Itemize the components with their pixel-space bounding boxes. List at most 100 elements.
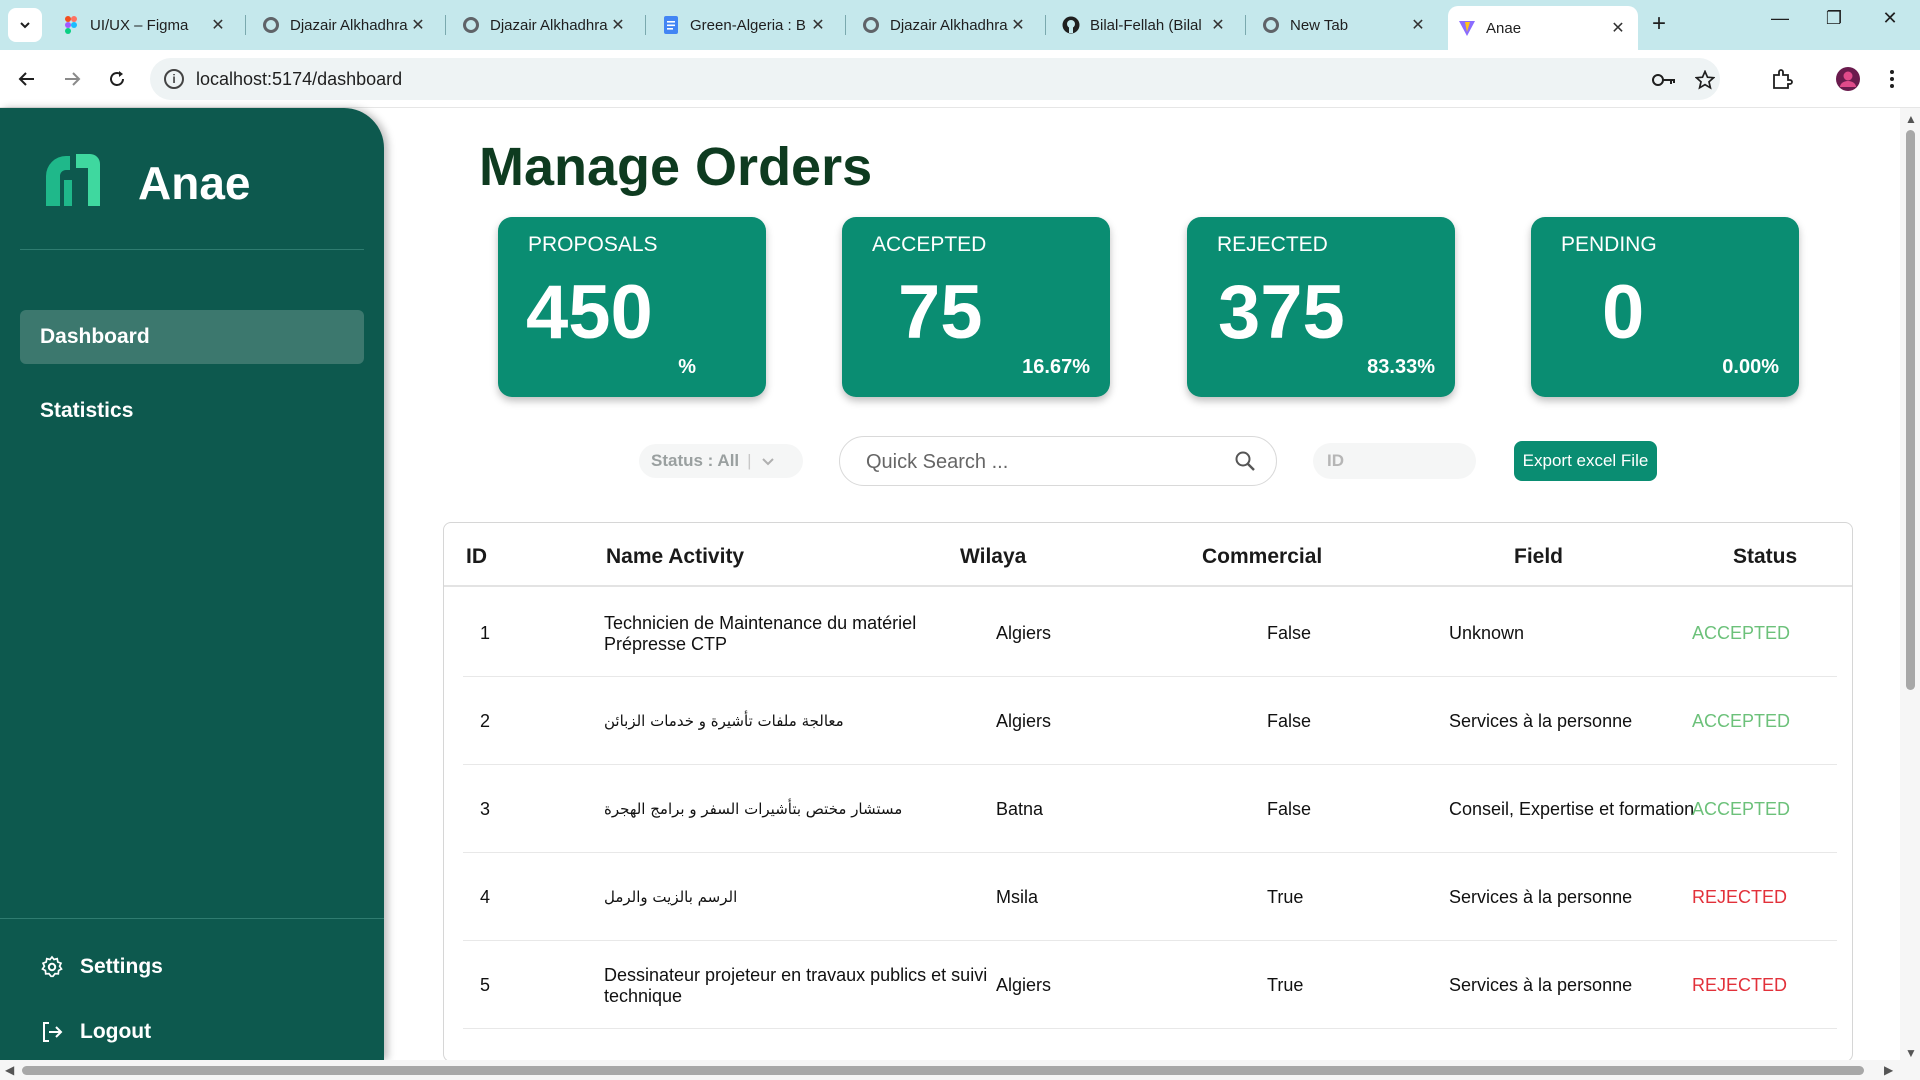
tab-title: Green-Algeria : B xyxy=(690,16,806,34)
horizontal-scrollbar[interactable]: ◀ ▶ xyxy=(0,1060,1920,1080)
vertical-scroll-thumb[interactable] xyxy=(1906,130,1915,690)
browser-tab[interactable]: Djazair Alkhadhra ✕ xyxy=(252,8,438,42)
close-icon[interactable]: ✕ xyxy=(1608,18,1628,38)
close-icon[interactable]: ✕ xyxy=(1408,15,1428,35)
tab-divider xyxy=(845,15,846,35)
extensions-icon[interactable] xyxy=(1767,64,1797,94)
browser-tab[interactable]: New Tab ✕ xyxy=(1252,8,1438,42)
scroll-up-icon[interactable]: ▲ xyxy=(1905,112,1917,126)
star-icon[interactable] xyxy=(1693,68,1717,92)
address-bar[interactable]: i localhost:5174/dashboard xyxy=(150,58,1720,100)
scroll-right-icon[interactable]: ▶ xyxy=(1884,1063,1893,1077)
sidebar-item-statistics[interactable]: Statistics xyxy=(20,384,364,438)
back-button[interactable] xyxy=(12,64,42,94)
table-row[interactable]: 2 معالجة ملفات تأشيرة و خدمات الزبائن Al… xyxy=(463,677,1837,765)
vite-icon xyxy=(1458,19,1476,37)
reload-icon xyxy=(110,71,124,86)
browser-tab[interactable]: Bilal-Fellah (Bilal ✕ xyxy=(1052,8,1238,42)
card-label: ACCEPTED xyxy=(872,233,987,256)
settings-label: Settings xyxy=(80,955,163,978)
vertical-scrollbar[interactable]: ▲ ▼ xyxy=(1900,108,1920,1068)
tab-title: Djazair Alkhadhra xyxy=(290,16,408,34)
close-icon[interactable]: ✕ xyxy=(808,15,828,35)
cell-wilaya: Algiers xyxy=(996,975,1052,995)
cell-activity: مستشار مختص بتأشيرات السفر و برامج الهجر… xyxy=(604,800,903,818)
brand-name: Anae xyxy=(138,157,251,209)
tab-divider xyxy=(1245,15,1246,35)
browser-tab[interactable]: Green-Algeria : B ✕ xyxy=(652,8,838,42)
column-header-id: ID xyxy=(466,545,487,568)
cell-wilaya: Msila xyxy=(996,887,1039,907)
horizontal-scroll-thumb[interactable] xyxy=(22,1066,1864,1075)
cell-commercial: False xyxy=(1267,711,1312,731)
scroll-down-icon[interactable]: ▼ xyxy=(1905,1046,1917,1060)
info-icon[interactable]: i xyxy=(164,69,184,89)
table-row[interactable]: 3 مستشار مختص بتأشيرات السفر و برامج اله… xyxy=(463,765,1837,853)
table-row[interactable]: 5 Dessinateur projeteur en travaux publi… xyxy=(463,941,1837,1029)
restore-button[interactable]: ❐ xyxy=(1811,8,1857,29)
globe-icon xyxy=(1262,16,1280,34)
cell-commercial: True xyxy=(1267,975,1304,995)
reload-button[interactable] xyxy=(102,64,132,94)
status-badge: ACCEPTED xyxy=(1692,711,1791,731)
globe-icon xyxy=(862,16,880,34)
new-tab-button[interactable]: + xyxy=(1652,10,1666,38)
table-row[interactable]: 4 الرسم بالزيت والرمل Msila True Service… xyxy=(463,853,1837,941)
close-icon[interactable]: ✕ xyxy=(208,15,228,35)
column-header-commercial: Commercial xyxy=(1202,545,1323,568)
cell-field: Services à la personne xyxy=(1449,711,1633,731)
column-header-status: Status xyxy=(1733,545,1798,568)
arrow-left-icon xyxy=(18,72,34,86)
sidebar-item-dashboard[interactable]: Dashboard xyxy=(20,310,364,364)
id-filter-input[interactable] xyxy=(1313,443,1476,479)
tab-divider xyxy=(645,15,646,35)
gear-icon xyxy=(41,955,63,978)
browser-tab-active[interactable]: Anae ✕ xyxy=(1448,6,1638,50)
export-excel-button[interactable]: Export excel File xyxy=(1514,441,1657,481)
figma-icon xyxy=(62,16,80,34)
key-icon[interactable] xyxy=(1652,68,1676,92)
profile-avatar[interactable] xyxy=(1833,64,1863,94)
table-row[interactable]: 1 Technicien de Maintenance du matériel … xyxy=(463,589,1837,677)
browser-tab[interactable]: Djazair Alkhadhra ✕ xyxy=(852,8,1038,42)
cell-id: 3 xyxy=(480,799,491,819)
search-icon[interactable] xyxy=(1234,450,1256,472)
sidebar-divider xyxy=(0,918,384,919)
sidebar-divider xyxy=(20,249,364,250)
more-menu-icon[interactable] xyxy=(1877,64,1907,94)
globe-icon xyxy=(462,16,480,34)
card-value: 450 xyxy=(526,270,653,355)
scroll-left-icon[interactable]: ◀ xyxy=(5,1063,14,1077)
cell-activity: معالجة ملفات تأشيرة و خدمات الزبائن xyxy=(604,712,844,730)
logout-link[interactable]: Logout xyxy=(40,1017,151,1047)
github-icon xyxy=(1062,16,1080,34)
close-window-button[interactable]: ✕ xyxy=(1867,8,1913,29)
cell-field: Services à la personne xyxy=(1449,975,1633,995)
status-filter-label: Status : All xyxy=(651,451,740,470)
close-icon[interactable]: ✕ xyxy=(408,15,428,35)
browser-toolbar: i localhost:5174/dashboard xyxy=(0,50,1920,108)
cell-activity: Technicien de Maintenance du matériel Pr… xyxy=(604,613,917,654)
card-value: 0 xyxy=(1602,270,1645,355)
url-text[interactable]: localhost:5174/dashboard xyxy=(196,69,402,90)
tab-title: Bilal-Fellah (Bilal xyxy=(1090,16,1202,34)
close-icon[interactable]: ✕ xyxy=(608,15,628,35)
close-icon[interactable]: ✕ xyxy=(1008,15,1028,35)
chevron-down-icon xyxy=(761,458,774,466)
quick-search-field[interactable]: Quick Search ... xyxy=(839,436,1277,486)
forward-button[interactable] xyxy=(57,64,87,94)
close-icon[interactable]: ✕ xyxy=(1208,15,1228,35)
tab-search-button[interactable] xyxy=(8,8,42,42)
tab-divider xyxy=(445,15,446,35)
status-filter-select[interactable]: Status : All | xyxy=(639,444,803,478)
cell-wilaya: Algiers xyxy=(996,711,1052,731)
tab-divider xyxy=(245,15,246,35)
status-badge: ACCEPTED xyxy=(1692,623,1791,643)
settings-link[interactable]: Settings xyxy=(40,952,163,982)
minimize-button[interactable]: — xyxy=(1757,8,1803,29)
card-label: REJECTED xyxy=(1217,233,1328,256)
browser-tab[interactable]: Djazair Alkhadhra ✕ xyxy=(452,8,638,42)
card-value: 75 xyxy=(898,270,983,355)
browser-tab[interactable]: UI/UX – Figma ✕ xyxy=(52,8,238,42)
stat-card-proposals: PROPOSALS 450 % xyxy=(498,217,766,397)
